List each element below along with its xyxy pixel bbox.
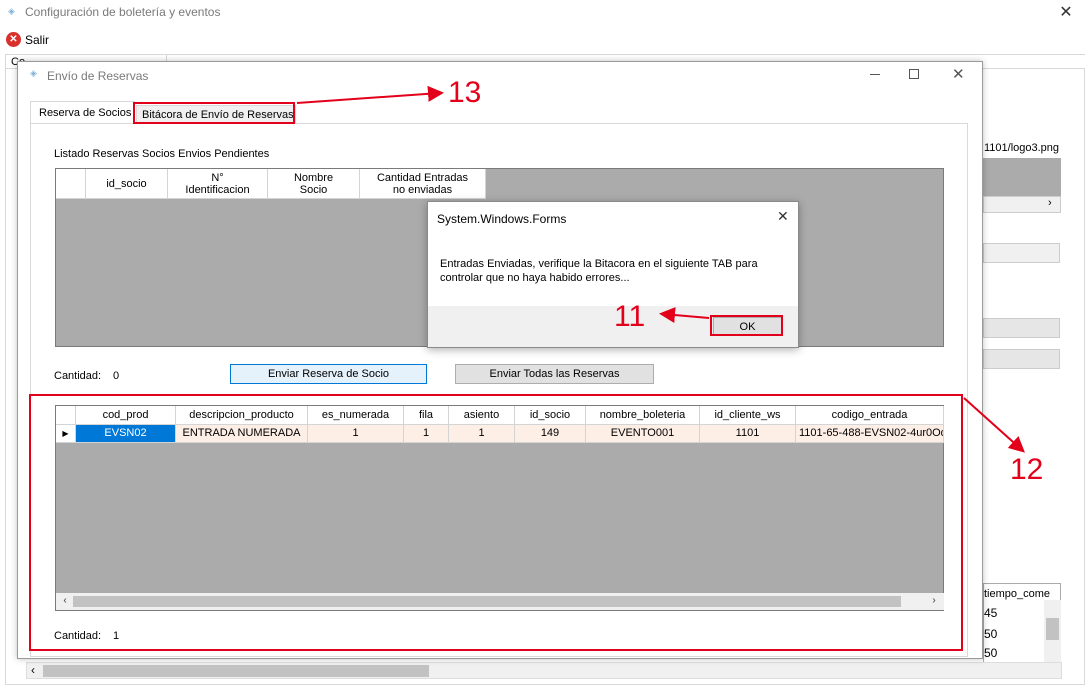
annotation-arrow-12 bbox=[963, 397, 1025, 453]
annotation-arrow-13 bbox=[296, 85, 444, 104]
annotation-label-12: 12 bbox=[1010, 453, 1044, 486]
annotation-label-13: 13 bbox=[448, 76, 482, 109]
annotation-label-11: 11 bbox=[614, 300, 646, 333]
annotation-arrow-11 bbox=[659, 307, 710, 324]
annotation-arrows bbox=[296, 85, 1025, 453]
